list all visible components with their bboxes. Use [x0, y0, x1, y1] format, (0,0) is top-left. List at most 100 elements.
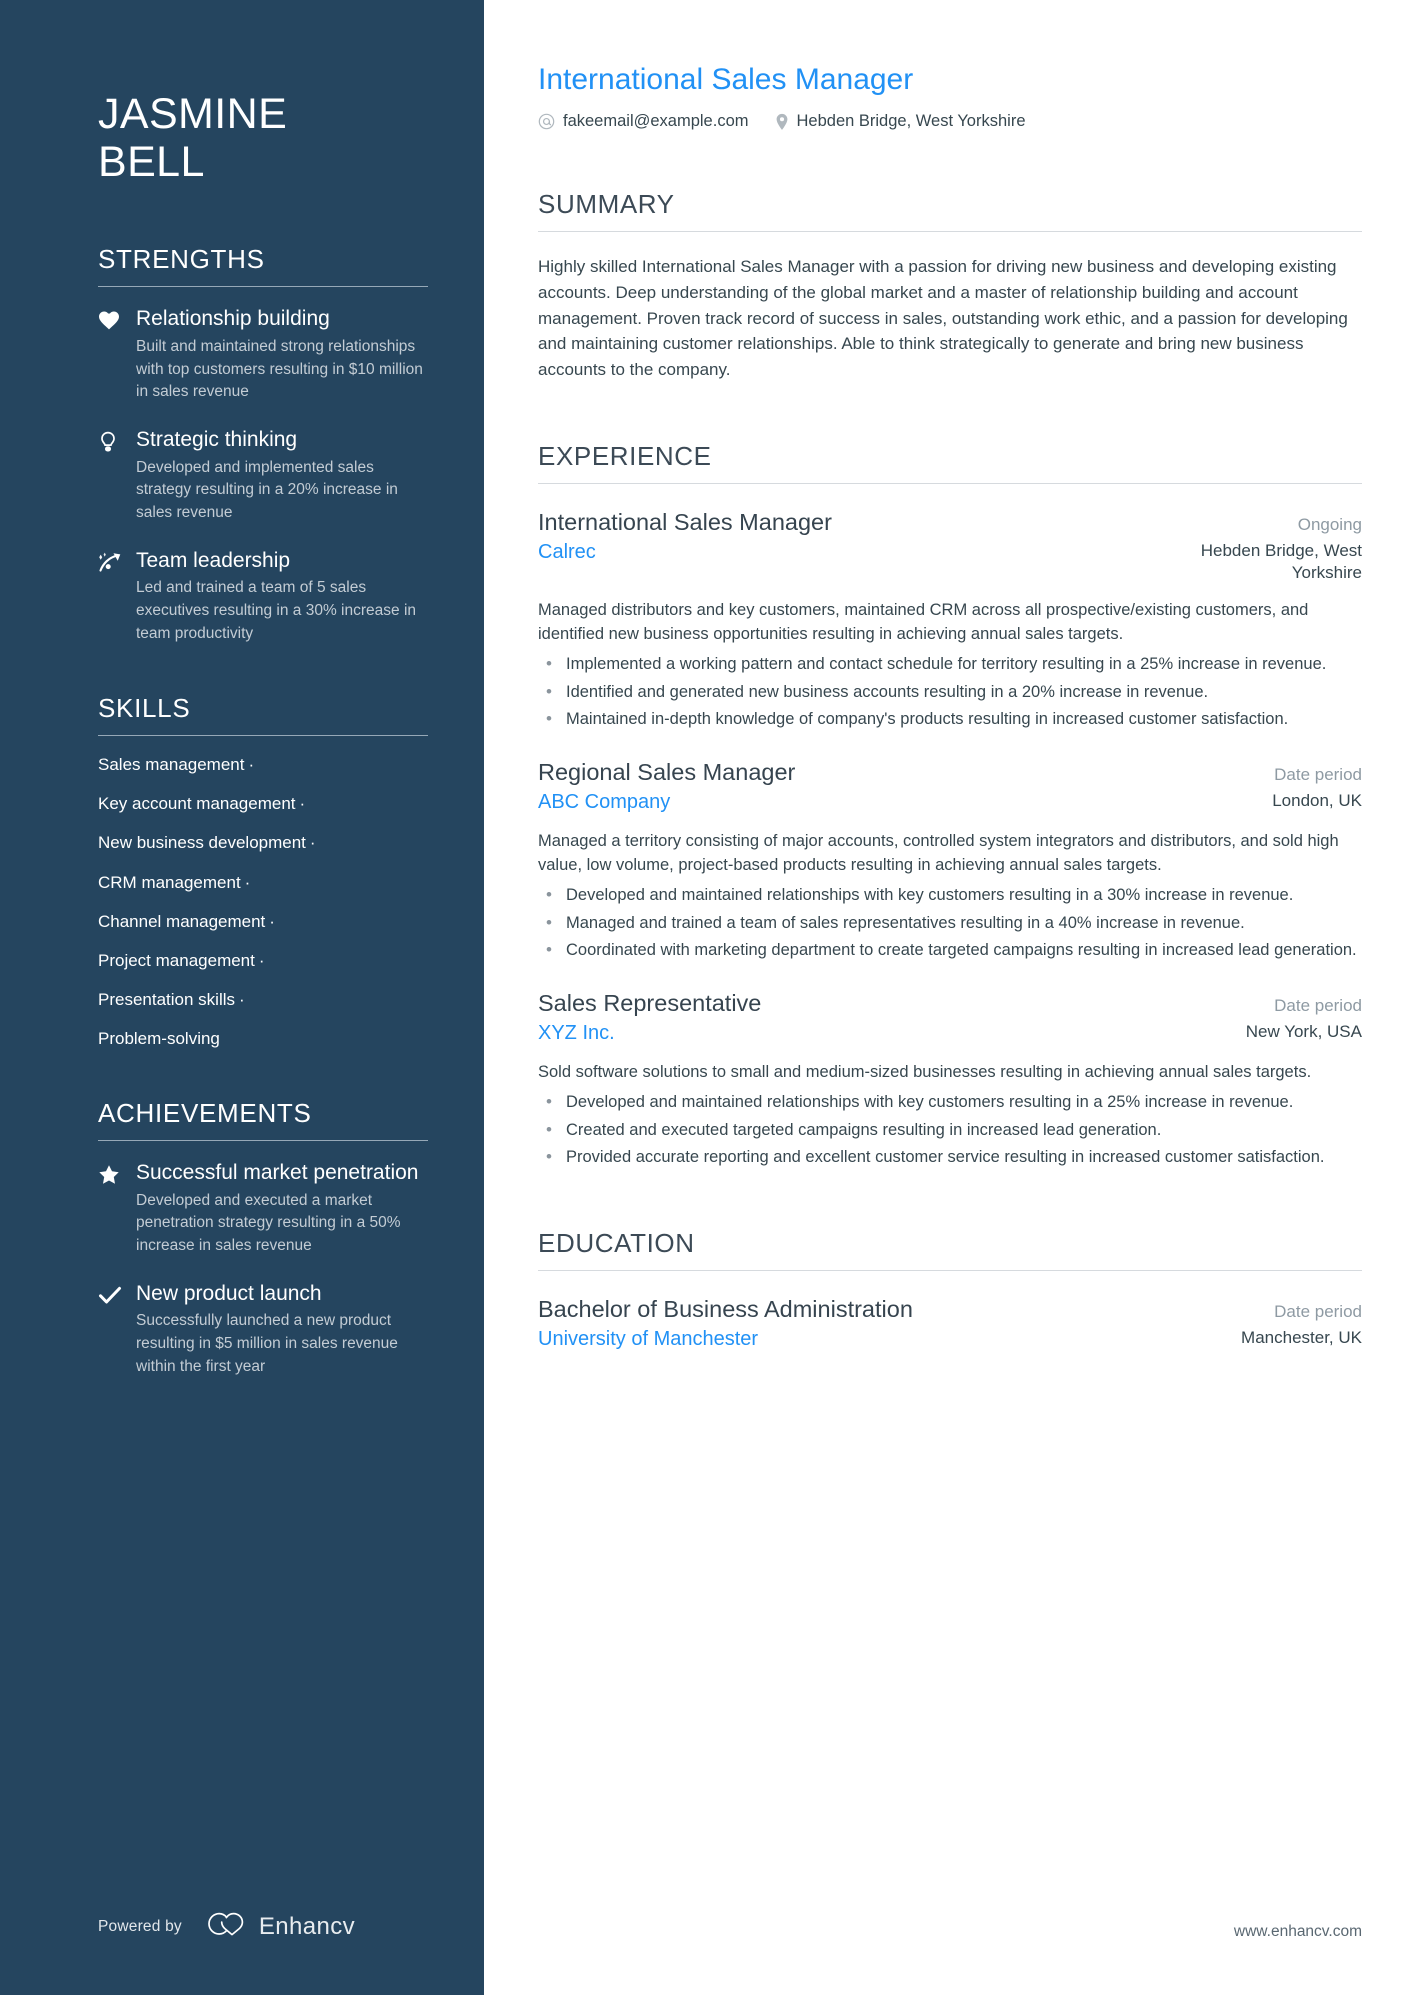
- job-company[interactable]: Calrec: [538, 540, 596, 564]
- candidate-last-name: BELL: [98, 138, 205, 187]
- skills-list: Sales management · Key account management…: [98, 754, 428, 1050]
- job-location: Hebden Bridge, West Yorkshire: [1200, 541, 1362, 583]
- skill-separator: ·: [309, 833, 316, 853]
- skill-label: Key account management: [98, 794, 296, 814]
- candidate-name: JASMINE BELL: [98, 90, 428, 186]
- achievement-item: Successful market penetration Developed …: [98, 1161, 428, 1258]
- education-date: Date period: [1274, 1302, 1362, 1322]
- job-bullets: Implemented a working pattern and contac…: [538, 652, 1362, 732]
- job-location: New York, USA: [1245, 1022, 1362, 1042]
- strength-title: Strategic thinking: [136, 427, 298, 451]
- job-bullet: Provided accurate reporting and excellen…: [538, 1145, 1362, 1170]
- skill-label: Project management: [98, 950, 255, 970]
- achievement-title: New product launch: [136, 1281, 322, 1305]
- job-title: Regional Sales Manager: [538, 759, 796, 786]
- skill-label: CRM management: [98, 872, 241, 892]
- skill-item: Sales management ·: [98, 754, 428, 776]
- job-title: Sales Representative: [538, 990, 762, 1017]
- job-bullet: Identified and generated new business ac…: [538, 680, 1362, 705]
- star-icon: [98, 1161, 136, 1258]
- job-bullets: Developed and maintained relationships w…: [538, 883, 1362, 963]
- contact-location: Hebden Bridge, West Yorkshire: [775, 112, 1026, 131]
- job-bullet: Coordinated with marketing department to…: [538, 938, 1362, 963]
- strengths-section: STRENGTHS Relationship building Built an…: [98, 244, 428, 645]
- skill-item: CRM management ·: [98, 872, 428, 894]
- resume-page: JASMINE BELL STRENGTHS Relationship buil…: [0, 0, 1410, 1995]
- education-entry: Bachelor of Business Administration Date…: [538, 1295, 1362, 1352]
- education-heading: EDUCATION: [538, 1228, 695, 1259]
- job-bullet: Created and executed targeted campaigns …: [538, 1118, 1362, 1143]
- skills-section: SKILLS Sales management · Key account man…: [98, 693, 428, 1050]
- school-name[interactable]: University of Manchester: [538, 1327, 758, 1351]
- strength-title: Team leadership: [136, 548, 291, 572]
- skill-item: New business development ·: [98, 832, 428, 854]
- contact-email[interactable]: fakeemail@example.com: [538, 112, 749, 131]
- education-section: EDUCATION Bachelor of Business Administr…: [538, 1228, 1362, 1352]
- skills-heading: SKILLS: [98, 693, 191, 724]
- job-date: Date period: [1274, 996, 1362, 1016]
- job-company[interactable]: XYZ Inc.: [538, 1021, 615, 1045]
- strength-item: Team leadership Led and trained a team o…: [98, 549, 428, 646]
- summary-section: SUMMARY Highly skilled International Sal…: [538, 189, 1362, 383]
- skill-item: Project management ·: [98, 950, 428, 972]
- education-location: Manchester, UK: [1241, 1328, 1362, 1348]
- experience-section: EXPERIENCE International Sales Manager O…: [538, 441, 1362, 1170]
- experience-entry: Sales Representative Date period XYZ Inc…: [538, 989, 1362, 1170]
- powered-by-label: Powered by: [98, 1917, 182, 1935]
- check-icon: [98, 1282, 136, 1379]
- sidebar: JASMINE BELL STRENGTHS Relationship buil…: [0, 0, 484, 1995]
- skill-separator: ·: [269, 911, 275, 931]
- heart-icon: [98, 307, 136, 404]
- location-text: Hebden Bridge, West Yorkshire: [796, 112, 1026, 130]
- contact-row: fakeemail@example.com Hebden Bridge, Wes…: [538, 112, 1362, 131]
- enhancv-wordmark: Enhancv: [258, 1912, 356, 1940]
- achievement-description: Successfully launched a new product resu…: [136, 1312, 398, 1375]
- job-bullet: Managed and trained a team of sales repr…: [538, 911, 1362, 936]
- skill-label: Problem-solving: [98, 1028, 220, 1048]
- job-date: Date period: [1274, 765, 1362, 785]
- skill-separator: ·: [258, 950, 265, 970]
- job-bullet: Developed and maintained relationships w…: [538, 1090, 1362, 1115]
- achievements-divider: [98, 1139, 428, 1141]
- job-bullets: Developed and maintained relationships w…: [538, 1090, 1362, 1170]
- skill-item: Problem-solving: [98, 1028, 428, 1050]
- job-title: International Sales Manager: [538, 509, 832, 536]
- summary-divider: [538, 231, 1362, 232]
- experience-divider: [538, 483, 1362, 485]
- strengths-divider: [98, 286, 428, 288]
- skill-label: Sales management: [98, 755, 245, 775]
- achievement-description: Developed and executed a market penetrat…: [136, 1191, 401, 1254]
- job-description: Managed distributors and key customers, …: [538, 600, 1309, 643]
- skill-label: Channel management: [98, 911, 266, 931]
- education-divider: [538, 1270, 1362, 1272]
- headline-title: International Sales Manager: [538, 63, 914, 96]
- job-date: Ongoing: [1297, 515, 1362, 535]
- experience-entry: International Sales Manager Ongoing Calr…: [538, 508, 1362, 732]
- skill-label: New business development: [98, 833, 306, 853]
- strength-title: Relationship building: [136, 307, 330, 331]
- enhancv-brand: Enhancv: [204, 1912, 355, 1941]
- skill-item: Key account management ·: [98, 793, 428, 815]
- skill-separator: ·: [244, 872, 251, 892]
- job-description: Sold software solutions to small and med…: [538, 1062, 1312, 1081]
- trending-arrow-icon: [98, 549, 136, 646]
- lightbulb-icon: [98, 428, 136, 525]
- at-sign-icon: [538, 113, 555, 130]
- strength-description: Developed and implemented sales strategy…: [136, 458, 398, 521]
- strength-description: Led and trained a team of 5 sales execut…: [136, 579, 417, 642]
- achievements-heading: ACHIEVEMENTS: [98, 1097, 312, 1128]
- main-content: International Sales Manager fakeemail@ex…: [484, 0, 1410, 1995]
- degree-title: Bachelor of Business Administration: [538, 1296, 913, 1323]
- strength-description: Built and maintained strong relationship…: [136, 338, 423, 401]
- experience-heading: EXPERIENCE: [538, 441, 712, 472]
- skill-separator: ·: [299, 794, 306, 814]
- job-description: Managed a territory consisting of major …: [538, 831, 1339, 874]
- powered-by-footer: Powered by Enhancv: [98, 1912, 355, 1941]
- summary-text: Highly skilled International Sales Manag…: [538, 257, 1348, 380]
- email-text: fakeemail@example.com: [563, 112, 749, 130]
- skill-separator: ·: [239, 989, 245, 1009]
- strength-item: Strategic thinking Developed and impleme…: [98, 428, 428, 525]
- job-bullet: Implemented a working pattern and contac…: [538, 652, 1362, 677]
- achievement-title: Successful market penetration: [136, 1160, 419, 1184]
- job-company[interactable]: ABC Company: [538, 790, 670, 814]
